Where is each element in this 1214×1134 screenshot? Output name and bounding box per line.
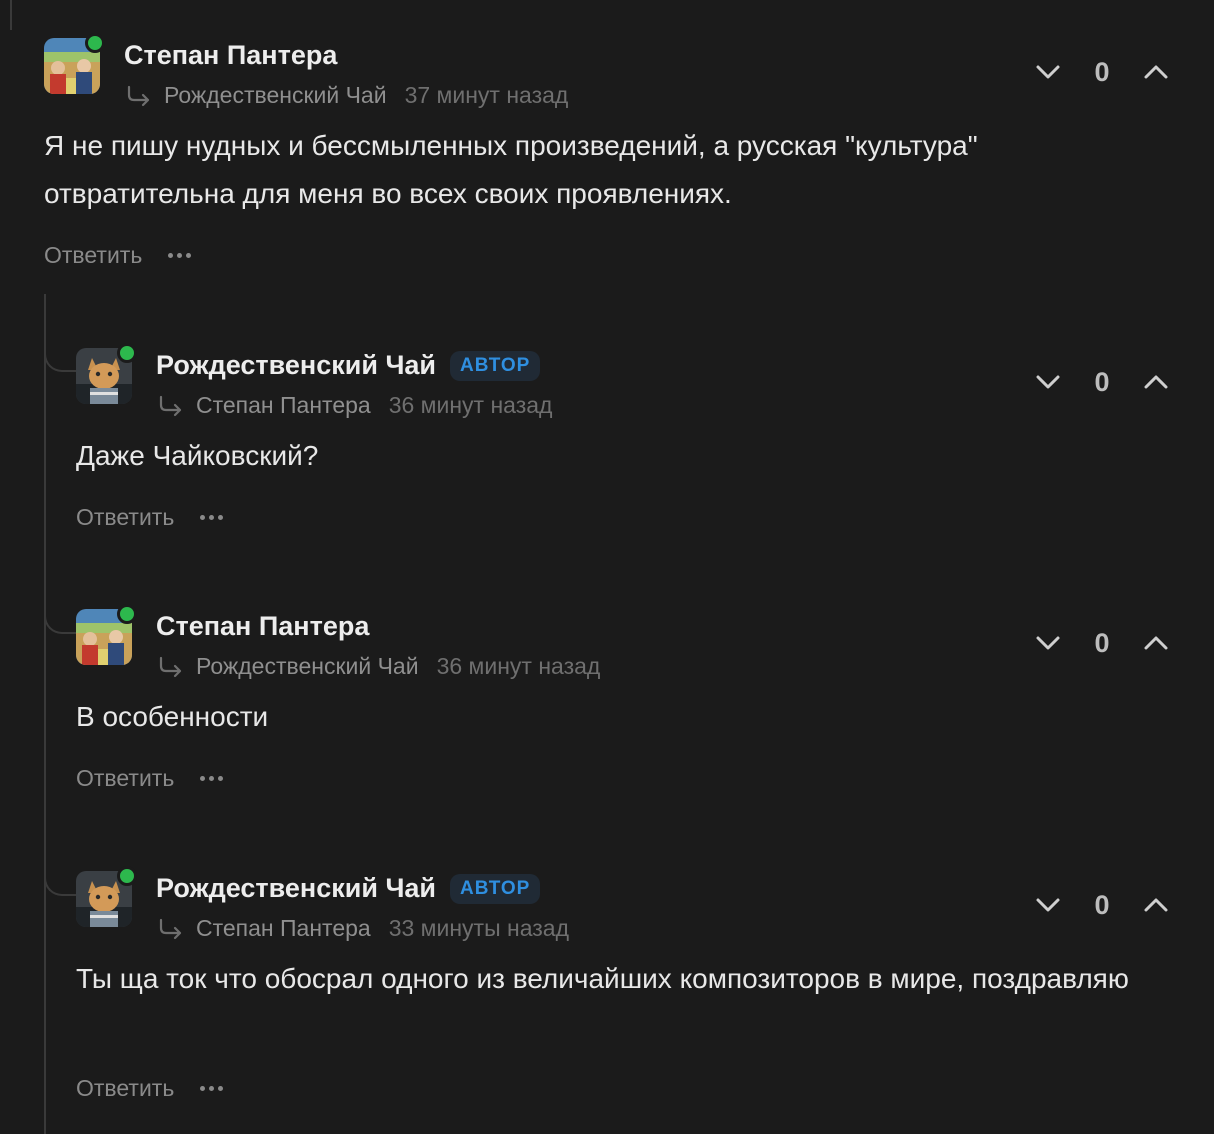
- vote-score: 0: [1094, 889, 1110, 920]
- thread-connector: [44, 866, 78, 896]
- chevron-down-icon: [1036, 636, 1060, 650]
- dot-icon: [218, 1086, 224, 1091]
- comment-actions: Ответить: [44, 242, 192, 269]
- dot-icon: [200, 776, 206, 781]
- upvote-button[interactable]: [1140, 56, 1172, 88]
- comment-text: Даже Чайковский?: [76, 440, 319, 471]
- more-options-button[interactable]: [200, 1077, 224, 1101]
- vote-controls: 0: [1032, 366, 1172, 398]
- reply-arrow-icon: [159, 656, 182, 677]
- user-avatar[interactable]: [76, 604, 137, 665]
- reply-button[interactable]: Ответить: [76, 765, 174, 792]
- comment-time[interactable]: 37 минут назад: [405, 82, 569, 109]
- chevron-down-icon: [1036, 898, 1060, 912]
- dot-icon: [218, 515, 224, 520]
- dot-icon: [209, 776, 215, 781]
- comment-text: Я не пишу нудных и бессмыленных произвед…: [44, 130, 978, 209]
- chevron-down-icon: [1036, 65, 1060, 79]
- vote-score: 0: [1094, 366, 1110, 397]
- reply-arrow-icon: [159, 918, 182, 939]
- author-badge: АВТОР: [450, 350, 541, 381]
- author-name[interactable]: Рождественский Чай: [156, 873, 436, 904]
- thread-line-nested: [44, 294, 46, 1134]
- user-avatar[interactable]: [44, 33, 105, 94]
- upvote-button[interactable]: [1140, 889, 1172, 921]
- vote-controls: 0: [1032, 627, 1172, 659]
- comment-meta: Рождественский Чай 37 минут назад: [126, 82, 568, 109]
- user-avatar[interactable]: [76, 866, 137, 927]
- reply-to-user[interactable]: Степан Пантера: [196, 392, 371, 419]
- dot-icon: [218, 776, 224, 781]
- dot-icon: [209, 515, 215, 520]
- comment-author[interactable]: Рождественский Чай АВТОР: [156, 873, 541, 904]
- reply-to-user[interactable]: Рождественский Чай: [196, 653, 419, 680]
- comment-actions: Ответить: [76, 765, 224, 792]
- upvote-button[interactable]: [1140, 627, 1172, 659]
- comment-meta: Степан Пантера 36 минут назад: [158, 392, 552, 419]
- dot-icon: [209, 1086, 215, 1091]
- comment-actions: Ответить: [76, 1075, 224, 1102]
- upvote-button[interactable]: [1140, 366, 1172, 398]
- author-badge: АВТОР: [450, 873, 541, 904]
- online-indicator: [85, 33, 105, 53]
- vote-score: 0: [1094, 56, 1110, 87]
- chevron-up-icon: [1144, 636, 1168, 650]
- online-indicator: [117, 866, 137, 886]
- downvote-button[interactable]: [1032, 889, 1064, 921]
- comment-meta: Рождественский Чай 36 минут назад: [158, 653, 600, 680]
- comment-author[interactable]: Степан Пантера: [124, 40, 337, 71]
- reply-button[interactable]: Ответить: [76, 1075, 174, 1102]
- comment-time[interactable]: 33 минуты назад: [389, 915, 569, 942]
- more-options-button[interactable]: [200, 767, 224, 791]
- comment-time[interactable]: 36 минут назад: [437, 653, 601, 680]
- author-name[interactable]: Степан Пантера: [124, 40, 337, 71]
- more-options-button[interactable]: [200, 506, 224, 530]
- chevron-down-icon: [1036, 375, 1060, 389]
- vote-controls: 0: [1032, 889, 1172, 921]
- thread-connector: [44, 342, 78, 372]
- more-options-button[interactable]: [168, 244, 192, 268]
- author-name[interactable]: Рождественский Чай: [156, 350, 436, 381]
- author-name[interactable]: Степан Пантера: [156, 611, 369, 642]
- chevron-up-icon: [1144, 65, 1168, 79]
- chevron-up-icon: [1144, 375, 1168, 389]
- chevron-up-icon: [1144, 898, 1168, 912]
- online-indicator: [117, 343, 137, 363]
- downvote-button[interactable]: [1032, 627, 1064, 659]
- user-avatar[interactable]: [76, 343, 137, 404]
- reply-button[interactable]: Ответить: [76, 504, 174, 531]
- thread-line-root: [10, 0, 12, 30]
- dot-icon: [200, 1086, 206, 1091]
- comment-time[interactable]: 36 минут назад: [389, 392, 553, 419]
- reply-arrow-icon: [159, 395, 182, 416]
- comment-author[interactable]: Рождественский Чай АВТОР: [156, 350, 541, 381]
- reply-button[interactable]: Ответить: [44, 242, 142, 269]
- dot-icon: [168, 253, 174, 258]
- comment-actions: Ответить: [76, 504, 224, 531]
- comment-meta: Степан Пантера 33 минуты назад: [158, 915, 569, 942]
- dot-icon: [200, 515, 206, 520]
- comment-author[interactable]: Степан Пантера: [156, 611, 369, 642]
- vote-score: 0: [1094, 627, 1110, 658]
- vote-controls: 0: [1032, 56, 1172, 88]
- reply-to-user[interactable]: Рождественский Чай: [164, 82, 387, 109]
- online-indicator: [117, 604, 137, 624]
- dot-icon: [177, 253, 183, 258]
- reply-arrow-icon: [127, 85, 150, 106]
- downvote-button[interactable]: [1032, 366, 1064, 398]
- dot-icon: [186, 253, 192, 258]
- comment-text: В особенности: [76, 701, 269, 732]
- downvote-button[interactable]: [1032, 56, 1064, 88]
- comment-text: Ты ща ток что обосрал одного из величайш…: [76, 963, 1129, 994]
- thread-connector: [44, 604, 78, 634]
- reply-to-user[interactable]: Степан Пантера: [196, 915, 371, 942]
